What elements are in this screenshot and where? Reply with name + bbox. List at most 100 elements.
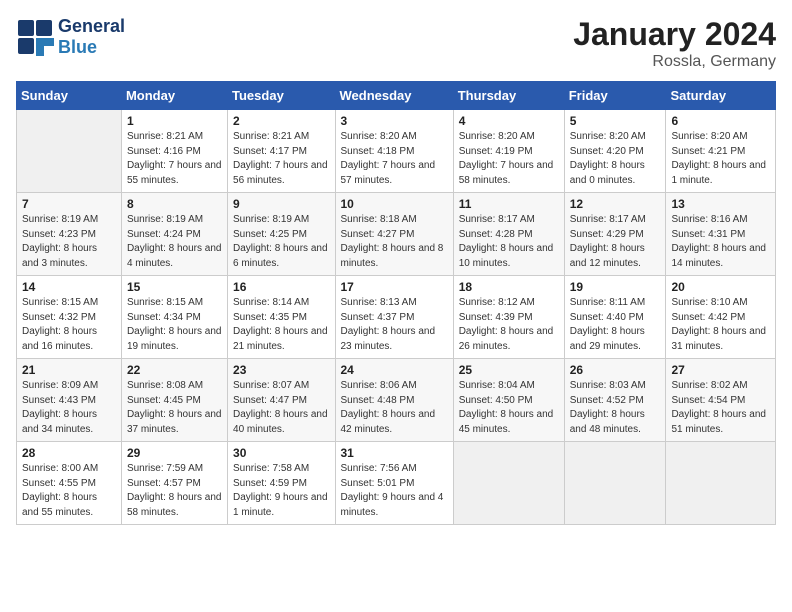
daylight-label: Daylight: 8 hours and 21 minutes. [233, 326, 328, 352]
day-cell: 17Sunrise: 8:13 AMSunset: 4:37 PMDayligh… [335, 276, 453, 359]
daylight-label: Daylight: 8 hours and 23 minutes. [341, 326, 436, 352]
day-cell: 14 Sunrise: 8:15 AM Sunset: 4:32 PM Dayligh… [17, 276, 122, 359]
sunrise-label: Sunrise: 7:59 AM [127, 463, 203, 474]
sunrise-label: Sunrise: 8:06 AM [341, 380, 417, 391]
day-cell: 9Sunrise: 8:19 AMSunset: 4:25 PMDaylight… [228, 193, 335, 276]
day-cell: 24Sunrise: 8:06 AMSunset: 4:48 PMDayligh… [335, 359, 453, 442]
sunrise-label: Sunrise: 7:58 AM [233, 463, 309, 474]
day-number: 19 [570, 280, 661, 294]
day-number: 31 [341, 446, 448, 460]
sunrise-label: Sunrise: 8:07 AM [233, 380, 309, 391]
sunset-label: Sunset: 4:28 PM [459, 229, 533, 240]
header-row: SundayMondayTuesdayWednesdayThursdayFrid… [17, 82, 776, 110]
day-cell: 22Sunrise: 8:08 AMSunset: 4:45 PMDayligh… [121, 359, 227, 442]
day-cell: 12 Sunrise: 8:17 AM Sunset: 4:29 PM Dayligh… [564, 193, 666, 276]
day-info: Sunrise: 8:15 AMSunset: 4:34 PMDaylight:… [127, 296, 222, 354]
day-number: 7 [22, 197, 116, 211]
sunset-label: Sunset: 4:17 PM [233, 146, 307, 157]
daylight-label: Daylight: 8 hours and 16 minutes. [22, 326, 97, 352]
day-cell: 18Sunrise: 8:12 AMSunset: 4:39 PMDayligh… [453, 276, 564, 359]
day-cell: 7Sunrise: 8:19 AMSunset: 4:23 PMDaylight… [17, 193, 122, 276]
day-number: 22 [127, 363, 222, 377]
sunrise-label: Sunrise: 8:20 AM [341, 131, 417, 142]
sunrise-label: Sunrise: 8:13 AM [341, 297, 417, 308]
logo-general: General [58, 16, 125, 36]
day-info: Sunrise: 8:19 AMSunset: 4:24 PMDaylight:… [127, 213, 222, 271]
day-info: Sunrise: 8:15 AM Sunset: 4:32 PM Daylight:… [22, 296, 116, 354]
day-number: 26 [570, 363, 661, 377]
day-number: 4 [459, 114, 559, 128]
sunset-label: Sunset: 4:50 PM [459, 395, 533, 406]
sunset-label: Sunset: 4:27 PM [341, 229, 415, 240]
day-number: 17 [341, 280, 448, 294]
sunrise-label: Sunrise: 8:15 AM [22, 297, 98, 308]
sunset-label: Sunset: 5:01 PM [341, 478, 415, 489]
sunrise-label: Sunrise: 8:20 AM [671, 131, 747, 142]
day-number: 29 [127, 446, 222, 460]
day-info: Sunrise: 8:17 AMSunset: 4:28 PMDaylight:… [459, 213, 559, 271]
day-cell: 10Sunrise: 8:18 AMSunset: 4:27 PMDayligh… [335, 193, 453, 276]
day-cell: 4Sunrise: 8:20 AMSunset: 4:19 PMDaylight… [453, 110, 564, 193]
sunrise-label: Sunrise: 8:00 AM [22, 463, 98, 474]
sunrise-label: Sunrise: 8:21 AM [127, 131, 203, 142]
sunrise-label: Sunrise: 8:04 AM [459, 380, 535, 391]
day-info: Sunrise: 8:00 AM Sunset: 4:55 PM Daylight:… [22, 462, 116, 520]
day-number: 16 [233, 280, 329, 294]
header-cell-thursday: Thursday [453, 82, 564, 110]
daylight-label: Daylight: 8 hours and 37 minutes. [127, 409, 222, 435]
page-subtitle: Rossla, Germany [573, 53, 776, 71]
sunset-label: Sunset: 4:16 PM [127, 146, 201, 157]
sunset-label: Sunset: 4:19 PM [459, 146, 533, 157]
daylight-label: Daylight: 8 hours and 8 minutes. [341, 243, 444, 269]
day-number: 14 [22, 280, 116, 294]
sunset-label: Sunset: 4:21 PM [671, 146, 745, 157]
day-number: 13 [671, 197, 770, 211]
header-cell-sunday: Sunday [17, 82, 122, 110]
sunset-label: Sunset: 4:32 PM [22, 312, 96, 323]
sunrise-label: Sunrise: 8:18 AM [341, 214, 417, 225]
daylight-label: Daylight: 8 hours and 29 minutes. [570, 326, 645, 352]
sunset-label: Sunset: 4:29 PM [570, 229, 644, 240]
day-info: Sunrise: 8:21 AMSunset: 4:16 PMDaylight:… [127, 130, 222, 188]
calendar-body: 1Sunrise: 8:21 AMSunset: 4:16 PMDaylight… [17, 110, 776, 525]
sunset-label: Sunset: 4:55 PM [22, 478, 96, 489]
page-title: January 2024 [573, 16, 776, 53]
day-number: 23 [233, 363, 329, 377]
sunrise-label: Sunrise: 8:16 AM [671, 214, 747, 225]
day-number: 6 [671, 114, 770, 128]
day-info: Sunrise: 8:17 AM Sunset: 4:29 PM Daylight:… [570, 213, 661, 271]
week-row-4: 21Sunrise: 8:09 AMSunset: 4:43 PMDayligh… [17, 359, 776, 442]
day-number: 8 [127, 197, 222, 211]
day-number: 3 [341, 114, 448, 128]
day-number: 12 [570, 197, 661, 211]
day-info: Sunrise: 8:18 AM Sunset: 4:27 PM Daylight:… [341, 213, 448, 271]
page-header: General Blue January 2024 Rossla, German… [16, 16, 776, 71]
day-cell: 11Sunrise: 8:17 AMSunset: 4:28 PMDayligh… [453, 193, 564, 276]
day-cell: 30Sunrise: 7:58 AMSunset: 4:59 PMDayligh… [228, 442, 335, 525]
daylight-label: Daylight: 8 hours and 0 minutes. [570, 160, 645, 186]
daylight-label: Daylight: 8 hours and 34 minutes. [22, 409, 97, 435]
calendar-table: SundayMondayTuesdayWednesdayThursdayFrid… [16, 81, 776, 525]
logo-blue: Blue [58, 37, 97, 57]
daylight-label: Daylight: 8 hours and 12 minutes. [570, 243, 645, 269]
day-info: Sunrise: 8:20 AMSunset: 4:18 PMDaylight:… [341, 130, 448, 188]
day-info: Sunrise: 8:07 AMSunset: 4:47 PMDaylight:… [233, 379, 329, 437]
daylight-label: Daylight: 9 hours and 1 minute. [233, 492, 328, 518]
day-cell [564, 442, 666, 525]
day-number: 25 [459, 363, 559, 377]
day-number: 2 [233, 114, 329, 128]
day-number: 5 [570, 114, 661, 128]
sunrise-label: Sunrise: 7:56 AM [341, 463, 417, 474]
sunrise-label: Sunrise: 8:17 AM [570, 214, 646, 225]
day-info: Sunrise: 7:56 AMSunset: 5:01 PMDaylight:… [341, 462, 448, 520]
sunset-label: Sunset: 4:40 PM [570, 312, 644, 323]
sunset-label: Sunset: 4:47 PM [233, 395, 307, 406]
day-cell: 29Sunrise: 7:59 AMSunset: 4:57 PMDayligh… [121, 442, 227, 525]
daylight-label: Daylight: 8 hours and 45 minutes. [459, 409, 554, 435]
day-cell: 15Sunrise: 8:15 AMSunset: 4:34 PMDayligh… [121, 276, 227, 359]
sunset-label: Sunset: 4:52 PM [570, 395, 644, 406]
daylight-label: Daylight: 8 hours and 55 minutes. [22, 492, 97, 518]
day-info: Sunrise: 8:04 AM Sunset: 4:50 PM Daylight:… [459, 379, 559, 437]
day-cell: 1Sunrise: 8:21 AMSunset: 4:16 PMDaylight… [121, 110, 227, 193]
day-info: Sunrise: 8:09 AMSunset: 4:43 PMDaylight:… [22, 379, 116, 437]
